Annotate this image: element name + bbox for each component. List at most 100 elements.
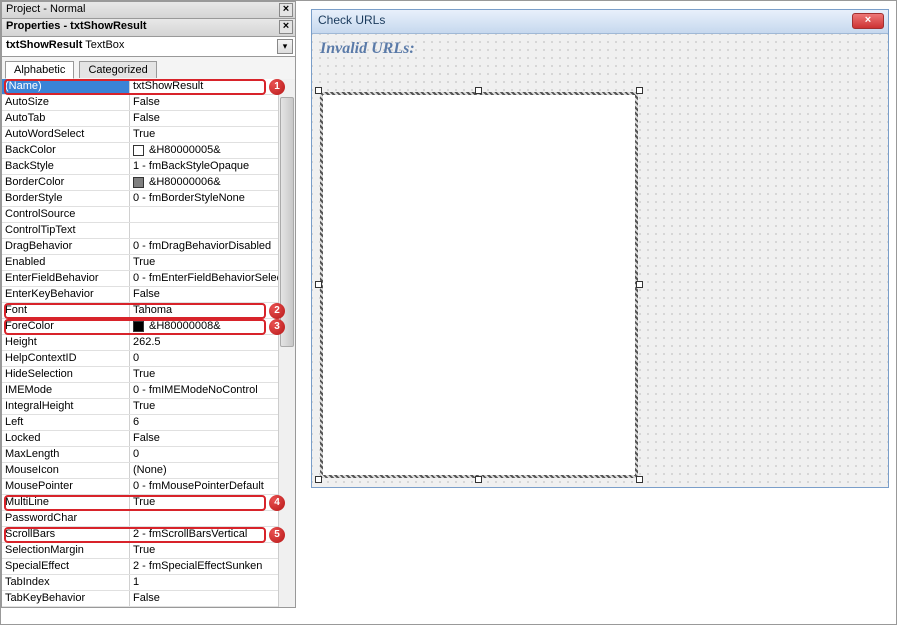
property-value[interactable]: 2 - fmScrollBarsVertical <box>130 527 295 542</box>
userform-titlebar[interactable]: Check URLs × <box>312 10 888 34</box>
property-name: EnterFieldBehavior <box>2 271 130 286</box>
property-value[interactable]: False <box>130 591 295 606</box>
property-row[interactable]: MultiLineTrue <box>2 495 295 511</box>
property-row[interactable]: Left6 <box>2 415 295 431</box>
resize-handle[interactable] <box>475 476 482 483</box>
property-row[interactable]: BorderStyle0 - fmBorderStyleNone <box>2 191 295 207</box>
property-value[interactable]: 1 - fmBackStyleOpaque <box>130 159 295 174</box>
resize-handle[interactable] <box>636 281 643 288</box>
object-name: txtShowResult <box>6 39 82 51</box>
resize-handle[interactable] <box>315 476 322 483</box>
property-value[interactable]: 0 - fmBorderStyleNone <box>130 191 295 206</box>
property-name: ControlSource <box>2 207 130 222</box>
property-value[interactable]: 6 <box>130 415 295 430</box>
property-value[interactable]: True <box>130 255 295 270</box>
scrollbar-thumb[interactable] <box>280 97 294 347</box>
property-row[interactable]: BackStyle1 - fmBackStyleOpaque <box>2 159 295 175</box>
property-row[interactable]: AutoSizeFalse <box>2 95 295 111</box>
txtshowresult-control[interactable] <box>320 92 638 478</box>
property-row[interactable]: HelpContextID0 <box>2 351 295 367</box>
property-row[interactable]: SelectionMarginTrue <box>2 543 295 559</box>
property-row[interactable]: TabIndex1 <box>2 575 295 591</box>
property-name: BorderColor <box>2 175 130 190</box>
property-row[interactable]: ControlTipText <box>2 223 295 239</box>
object-selector[interactable]: txtShowResult TextBox ▾ <box>1 37 296 57</box>
property-value[interactable]: 0 - fmMousePointerDefault <box>130 479 295 494</box>
property-name: TabIndex <box>2 575 130 590</box>
resize-handle[interactable] <box>475 87 482 94</box>
property-value[interactable]: 0 <box>130 351 295 366</box>
property-value[interactable]: 0 - fmIMEModeNoControl <box>130 383 295 398</box>
property-value[interactable]: True <box>130 543 295 558</box>
property-row[interactable]: SpecialEffect2 - fmSpecialEffectSunken <box>2 559 295 575</box>
property-value[interactable]: 0 <box>130 447 295 462</box>
property-row[interactable]: TabKeyBehaviorFalse <box>2 591 295 607</box>
property-value[interactable]: &H80000006& <box>130 175 295 190</box>
property-value[interactable]: True <box>130 367 295 382</box>
property-row[interactable]: DragBehavior0 - fmDragBehaviorDisabled <box>2 239 295 255</box>
property-value[interactable]: 1 <box>130 575 295 590</box>
close-icon[interactable]: × <box>279 20 293 34</box>
resize-handle[interactable] <box>315 281 322 288</box>
property-row[interactable]: AutoTabFalse <box>2 111 295 127</box>
property-value[interactable]: False <box>130 431 295 446</box>
property-row[interactable]: IMEMode0 - fmIMEModeNoControl <box>2 383 295 399</box>
property-name: TabKeyBehavior <box>2 591 130 606</box>
property-value[interactable]: &H80000005& <box>130 143 295 158</box>
property-name: IntegralHeight <box>2 399 130 414</box>
object-type: TextBox <box>85 39 124 51</box>
property-row[interactable]: (Name)txtShowResult <box>2 79 295 95</box>
property-row[interactable]: MaxLength0 <box>2 447 295 463</box>
property-value[interactable]: False <box>130 111 295 126</box>
property-value[interactable]: 0 - fmEnterFieldBehaviorSelec <box>130 271 295 286</box>
property-value[interactable] <box>130 207 295 222</box>
property-row[interactable]: ControlSource <box>2 207 295 223</box>
color-swatch <box>133 321 144 332</box>
close-icon[interactable]: × <box>852 13 884 29</box>
resize-handle[interactable] <box>636 476 643 483</box>
resize-handle[interactable] <box>636 87 643 94</box>
property-row[interactable]: AutoWordSelectTrue <box>2 127 295 143</box>
property-value[interactable]: 262.5 <box>130 335 295 350</box>
property-value[interactable]: Tahoma <box>130 303 295 318</box>
property-value[interactable]: True <box>130 127 295 142</box>
property-row[interactable]: BorderColor&H80000006& <box>2 175 295 191</box>
property-value[interactable]: 2 - fmSpecialEffectSunken <box>130 559 295 574</box>
resize-handle[interactable] <box>315 87 322 94</box>
property-name: MouseIcon <box>2 463 130 478</box>
property-row[interactable]: BackColor&H80000005& <box>2 143 295 159</box>
color-swatch <box>133 145 144 156</box>
property-row[interactable]: Height262.5 <box>2 335 295 351</box>
property-row[interactable]: EnabledTrue <box>2 255 295 271</box>
close-icon[interactable]: × <box>279 3 293 17</box>
property-value[interactable]: txtShowResult <box>130 79 295 94</box>
property-row[interactable]: LockedFalse <box>2 431 295 447</box>
property-row[interactable]: EnterFieldBehavior0 - fmEnterFieldBehavi… <box>2 271 295 287</box>
property-value[interactable]: (None) <box>130 463 295 478</box>
property-row[interactable]: EnterKeyBehaviorFalse <box>2 287 295 303</box>
property-value[interactable]: False <box>130 287 295 302</box>
userform-body[interactable]: Invalid URLs: <box>312 34 888 487</box>
property-value[interactable]: &H80000008& <box>130 319 295 334</box>
property-row[interactable]: ScrollBars2 - fmScrollBarsVertical <box>2 527 295 543</box>
property-value[interactable]: 0 - fmDragBehaviorDisabled <box>130 239 295 254</box>
property-row[interactable]: HideSelectionTrue <box>2 367 295 383</box>
property-value[interactable] <box>130 511 295 526</box>
property-row[interactable]: MousePointer0 - fmMousePointerDefault <box>2 479 295 495</box>
property-value[interactable]: True <box>130 399 295 414</box>
property-row[interactable]: MouseIcon(None) <box>2 463 295 479</box>
property-row[interactable]: ForeColor&H80000008& <box>2 319 295 335</box>
property-name: AutoWordSelect <box>2 127 130 142</box>
property-row[interactable]: FontTahoma <box>2 303 295 319</box>
property-row[interactable]: PasswordChar <box>2 511 295 527</box>
property-row[interactable]: IntegralHeightTrue <box>2 399 295 415</box>
property-value[interactable]: False <box>130 95 295 110</box>
tab-alphabetic[interactable]: Alphabetic <box>5 61 74 79</box>
scrollbar[interactable] <box>278 79 295 607</box>
property-name: PasswordChar <box>2 511 130 526</box>
userform-designer[interactable]: Check URLs × Invalid URLs: <box>311 9 889 488</box>
tab-categorized[interactable]: Categorized <box>79 61 156 78</box>
chevron-down-icon[interactable]: ▾ <box>277 39 293 54</box>
property-value[interactable] <box>130 223 295 238</box>
property-value[interactable]: True <box>130 495 295 510</box>
